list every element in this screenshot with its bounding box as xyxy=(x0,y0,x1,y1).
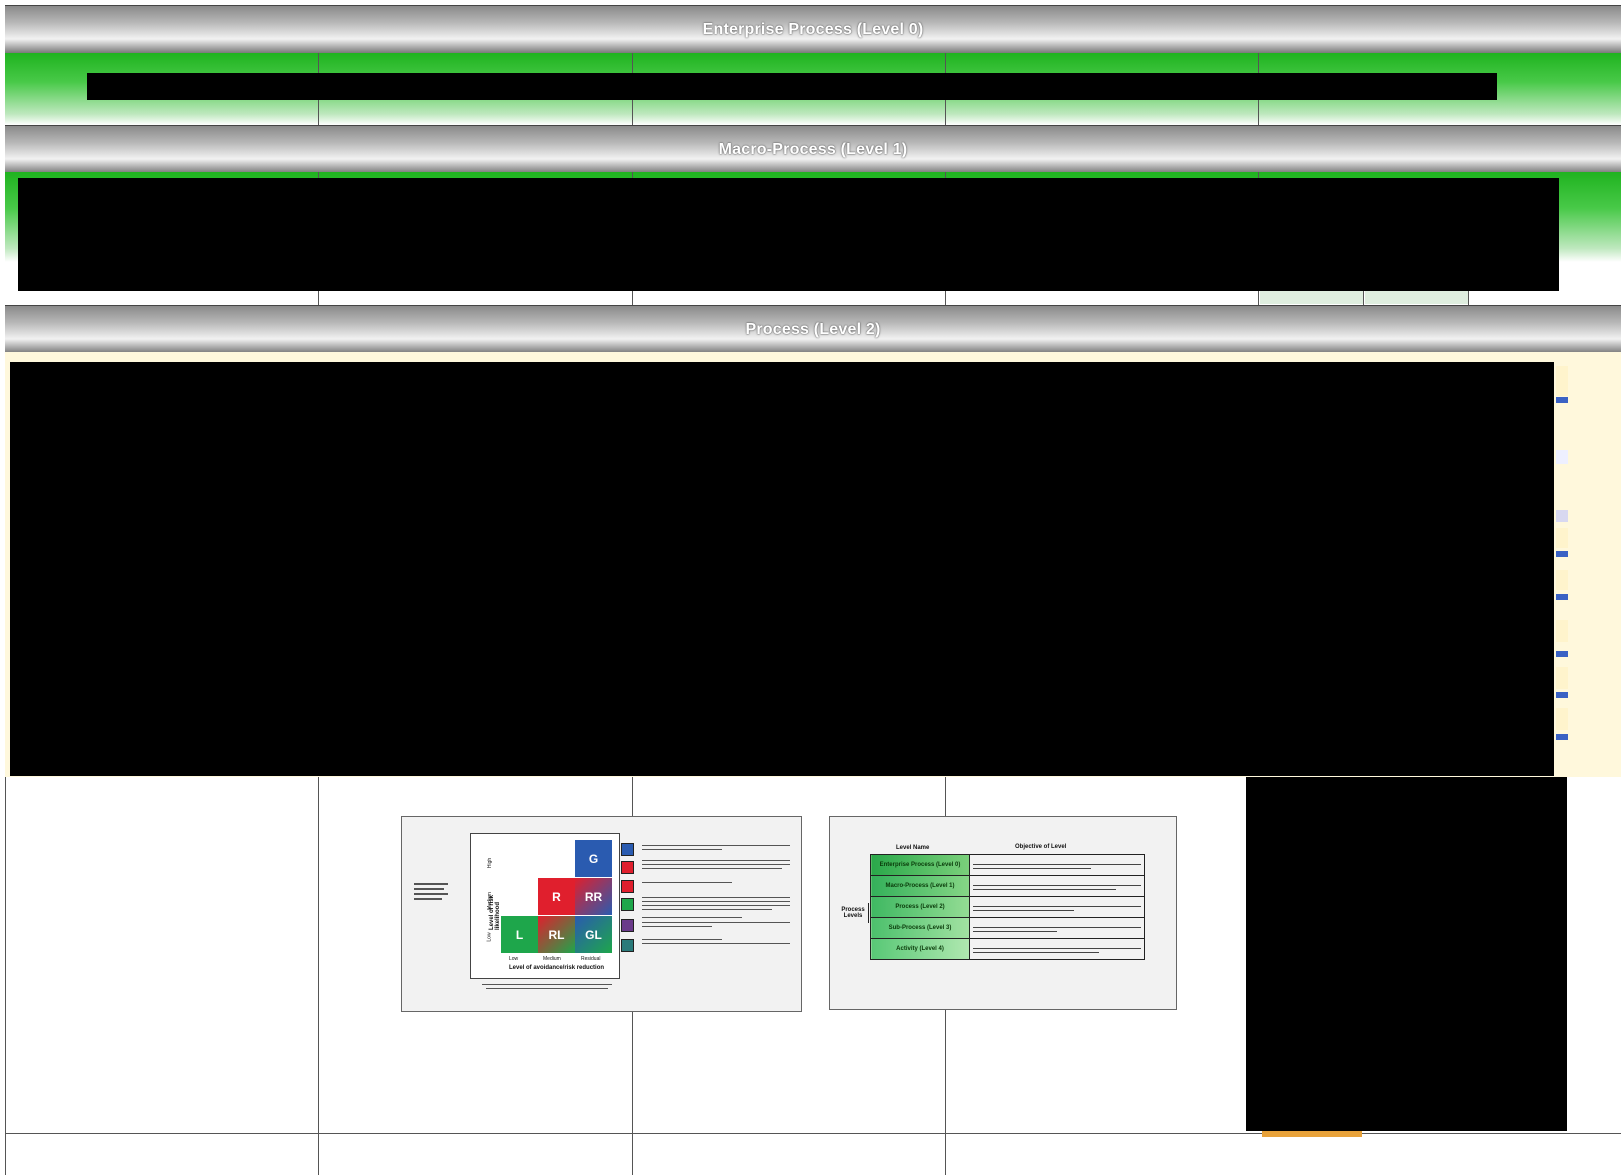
redacted-block xyxy=(18,178,1559,291)
level1-header-bar: Macro-Process (Level 1) xyxy=(5,125,1621,174)
level-name-cell: Enterprise Process (Level 0) xyxy=(870,854,970,876)
x-axis-title: Level of avoidance/risk reduction xyxy=(509,965,605,971)
legend-text xyxy=(642,939,722,940)
legend-text xyxy=(642,882,732,883)
sticky-note[interactable] xyxy=(1556,708,1568,730)
legend-text xyxy=(642,922,790,923)
legend-text xyxy=(642,917,742,918)
matrix-cell-bottom-middle: RL xyxy=(538,916,575,953)
level2-header-bar: Process (Level 2) xyxy=(5,305,1621,354)
sticky-note[interactable] xyxy=(1556,450,1568,464)
legend-swatch xyxy=(621,843,634,856)
level0-header-bar: Enterprise Process (Level 0) xyxy=(5,5,1621,54)
level-row: Process (Level 2) xyxy=(870,896,1145,918)
sticky-note[interactable] xyxy=(1556,528,1568,548)
matrix-cell-mid-middle: R xyxy=(538,878,575,915)
bracket-line xyxy=(868,903,869,923)
sticky-note[interactable] xyxy=(1556,620,1568,642)
y-tick-label: Medium xyxy=(486,892,493,910)
footnote-text xyxy=(486,988,608,989)
level-name-header: Level Name xyxy=(896,845,930,851)
footnote-text xyxy=(482,984,612,985)
legend-text xyxy=(642,860,790,861)
legend-text xyxy=(642,868,782,869)
flag-icon xyxy=(1556,551,1568,557)
legend-swatch xyxy=(621,939,634,952)
x-tick-label: Residual xyxy=(581,956,601,962)
risk-matrix-chart: Level of risk likelihood High Medium Low… xyxy=(470,833,620,979)
level-objective-cell xyxy=(969,854,1145,876)
redacted-block xyxy=(1246,777,1567,1131)
level-row: Sub-Process (Level 3) xyxy=(870,917,1145,939)
legend-text xyxy=(642,845,790,846)
sticky-note[interactable] xyxy=(1556,510,1568,522)
sticky-note[interactable] xyxy=(1556,366,1568,396)
flag-icon xyxy=(1556,651,1568,657)
caption-text xyxy=(414,888,444,890)
legend-swatch xyxy=(621,919,634,932)
caption-text xyxy=(414,893,448,895)
legend-swatch xyxy=(621,880,634,893)
process-levels-side-label: Process Levels xyxy=(841,907,865,919)
legend-text xyxy=(642,943,790,944)
caption-text xyxy=(414,883,448,885)
risk-matrix-image[interactable]: Level of risk likelihood High Medium Low… xyxy=(401,816,802,1012)
process-levels-image[interactable]: Level Name Objective of Level Process Le… xyxy=(829,816,1177,1010)
legend-text xyxy=(642,897,790,898)
legend-text xyxy=(642,864,790,865)
redacted-block xyxy=(10,362,1554,776)
level-row: Activity (Level 4) xyxy=(870,938,1145,960)
matrix-cell-mid-right: RR xyxy=(575,878,612,915)
matrix-cell-bottom-left: L xyxy=(501,916,538,953)
legend-text xyxy=(642,849,722,850)
process-levels-table: Enterprise Process (Level 0) Macro-Proce… xyxy=(870,854,1145,960)
level-name-cell: Sub-Process (Level 3) xyxy=(870,917,970,939)
level-objective-cell xyxy=(969,938,1145,960)
x-tick-label: Medium xyxy=(543,956,561,962)
redacted-block xyxy=(87,73,1497,100)
legend-text xyxy=(642,926,712,927)
y-tick-label: Low xyxy=(486,932,493,942)
matrix-cell-bottom-right: GL xyxy=(575,916,612,953)
legend-text xyxy=(642,901,790,902)
x-tick-label: Low xyxy=(509,956,519,962)
matrix-cell-top-right: G xyxy=(575,840,612,877)
flag-icon xyxy=(1556,734,1568,740)
level1-header-title: Macro-Process (Level 1) xyxy=(718,140,908,158)
level-name-cell: Process (Level 2) xyxy=(870,896,970,918)
cell-fragment xyxy=(1262,1131,1362,1137)
objective-header: Objective of Level xyxy=(1015,844,1067,850)
sticky-note[interactable] xyxy=(1556,570,1568,590)
level-objective-cell xyxy=(969,896,1145,918)
level-name-cell: Activity (Level 4) xyxy=(870,938,970,960)
flag-icon xyxy=(1556,594,1568,600)
caption-text xyxy=(414,898,442,900)
level-row: Macro-Process (Level 1) xyxy=(870,875,1145,897)
legend-text xyxy=(642,909,772,910)
y-tick-label: High xyxy=(487,857,494,869)
legend-swatch xyxy=(621,898,634,911)
level-name-cell: Macro-Process (Level 1) xyxy=(870,875,970,897)
row-divider xyxy=(5,1133,1621,1134)
level-row: Enterprise Process (Level 0) xyxy=(870,854,1145,876)
column-divider xyxy=(318,777,319,1175)
level-objective-cell xyxy=(969,875,1145,897)
flag-icon xyxy=(1556,397,1568,403)
level0-header-title: Enterprise Process (Level 0) xyxy=(702,20,924,38)
sticky-note[interactable] xyxy=(1556,667,1568,689)
legend-swatch xyxy=(621,861,634,874)
level-objective-cell xyxy=(969,917,1145,939)
flag-icon xyxy=(1556,692,1568,698)
legend-text xyxy=(642,905,790,906)
level2-header-title: Process (Level 2) xyxy=(745,320,881,338)
